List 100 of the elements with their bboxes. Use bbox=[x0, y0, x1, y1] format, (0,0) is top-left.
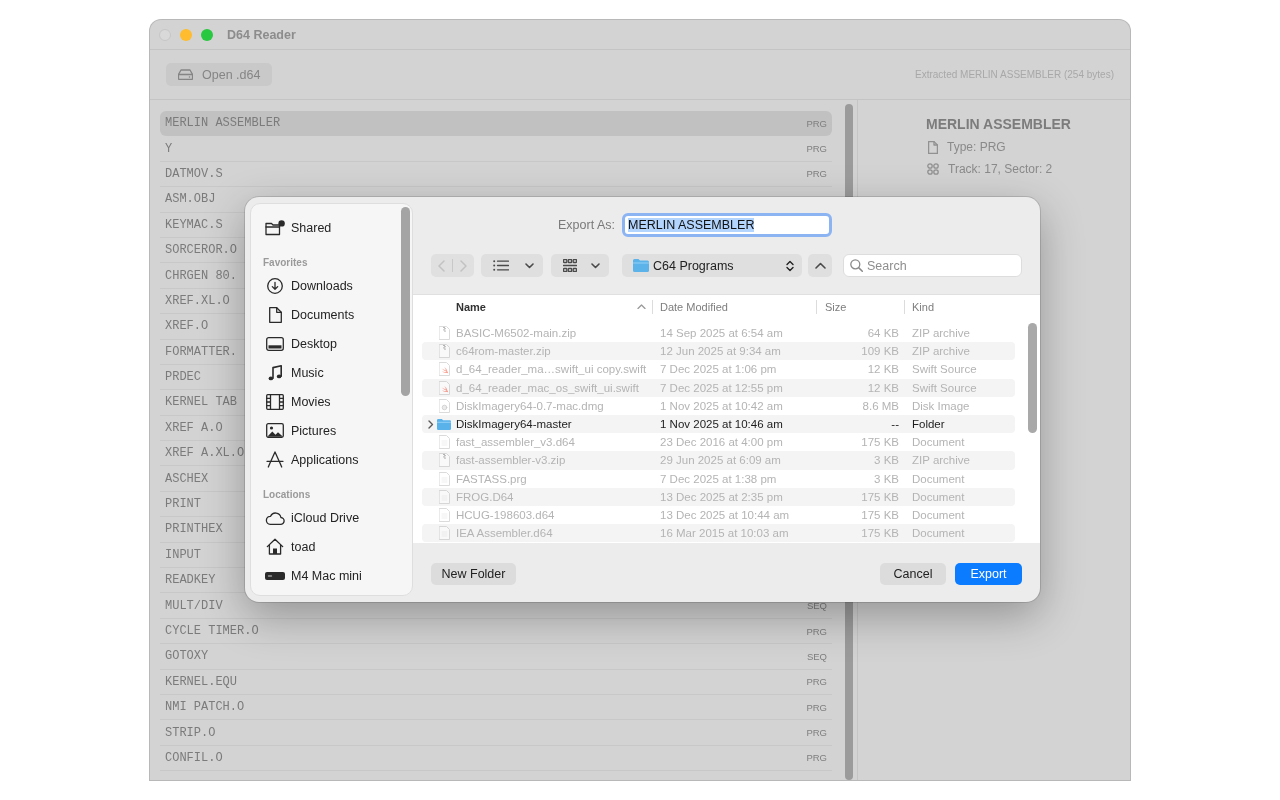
list-row[interactable]: STRIP.O PRG bbox=[160, 720, 832, 746]
file-kind: Folder bbox=[912, 418, 945, 431]
date-modified: 7 Dec 2025 at 1:38 pm bbox=[660, 472, 778, 485]
sidebar-item[interactable]: Pictures bbox=[251, 416, 398, 445]
sidebar-item[interactable]: toad bbox=[251, 532, 398, 561]
chevron-up-icon bbox=[637, 304, 646, 309]
file-kind: Document bbox=[912, 527, 965, 540]
document-icon bbox=[438, 489, 450, 504]
file-size: -- bbox=[890, 418, 899, 431]
type-label: Type: PRG bbox=[947, 140, 1006, 154]
file-name: DATMOV.S bbox=[165, 166, 223, 181]
document-icon bbox=[928, 140, 938, 154]
sidebar-item[interactable]: Applications bbox=[251, 445, 398, 474]
grid-view-button[interactable] bbox=[551, 254, 609, 277]
grid-icon bbox=[927, 163, 939, 175]
date-modified: 7 Dec 2025 at 12:55 pm bbox=[660, 381, 784, 394]
file-kind: ZIP archive bbox=[912, 454, 970, 467]
file-name: KEYMAC.S bbox=[165, 217, 223, 232]
sidebar-item[interactable]: Downloads bbox=[251, 271, 398, 300]
file-name: FASTASS.prg bbox=[456, 472, 528, 485]
sidebar-item[interactable]: Music bbox=[251, 358, 398, 387]
file-name: MULT/DIV bbox=[165, 598, 223, 613]
file-name: XREF A.XL.O bbox=[165, 446, 245, 461]
zip-file-icon bbox=[438, 453, 450, 468]
file-name: IEA Assembler.d64 bbox=[456, 527, 554, 540]
list-row[interactable]: DATMOV.S PRG bbox=[160, 161, 832, 188]
file-name: PRDEC bbox=[165, 370, 201, 385]
list-row[interactable]: CYCLE TIMER.O PRG bbox=[160, 618, 832, 645]
folder-popup-button[interactable]: C64 Programs bbox=[622, 254, 802, 277]
list-row[interactable]: KERNEL.EQU PRG bbox=[160, 669, 832, 695]
grid-view-icon bbox=[563, 259, 577, 272]
download-icon bbox=[267, 277, 283, 294]
filename-field[interactable]: MERLIN ASSEMBLER bbox=[622, 213, 832, 237]
drive-icon bbox=[178, 69, 193, 80]
sidebar-item[interactable]: Movies bbox=[251, 387, 398, 416]
file-size: 175 KB bbox=[860, 490, 899, 503]
chevron-right-icon bbox=[460, 259, 467, 272]
list-row[interactable]: GOTOXY SEQ bbox=[160, 644, 832, 670]
list-view-button[interactable] bbox=[481, 254, 543, 277]
file-name: PRINT bbox=[165, 497, 201, 512]
file-size: 12 KB bbox=[866, 381, 899, 394]
file-name: DiskImagery64-0.7-mac.dmg bbox=[456, 399, 605, 412]
file-size: 64 KB bbox=[866, 327, 899, 340]
scrollbar-thumb[interactable] bbox=[1028, 323, 1037, 433]
file-type: SEQ bbox=[806, 650, 827, 662]
file-type: PRG bbox=[806, 752, 827, 764]
file-type: PRG bbox=[806, 676, 827, 688]
file-name: ASM.OBJ bbox=[165, 192, 216, 207]
file-name: HCUG-198603.d64 bbox=[456, 508, 556, 521]
scrollbar-thumb[interactable] bbox=[401, 207, 410, 396]
file-size: 175 KB bbox=[860, 508, 899, 521]
field-label: Export As: bbox=[557, 218, 615, 232]
date-modified: 13 Dec 2025 at 2:35 pm bbox=[660, 490, 784, 503]
cloud-icon bbox=[265, 510, 285, 525]
file-name: GOTOXY bbox=[165, 649, 209, 664]
detail-title: MERLIN ASSEMBLER bbox=[926, 115, 1072, 133]
file-type: SEQ bbox=[806, 600, 827, 612]
sidebar-item[interactable]: Documents bbox=[251, 300, 398, 329]
list-row[interactable]: CONFIL.O PRG bbox=[160, 745, 832, 772]
chevron-down-icon bbox=[591, 262, 600, 269]
sidebar-item[interactable]: iCloud Drive bbox=[251, 503, 398, 532]
new-folder-button[interactable]: New Folder bbox=[431, 563, 516, 585]
minimize-button[interactable] bbox=[180, 28, 192, 41]
open-button[interactable]: Open .d64 bbox=[166, 63, 273, 86]
sidebar-item[interactable]: Desktop bbox=[251, 329, 398, 358]
export-button[interactable]: Export bbox=[955, 563, 1022, 585]
computer-icon bbox=[265, 571, 285, 580]
file-size: 12 KB bbox=[866, 363, 899, 376]
file-name: NMI PATCH.O bbox=[165, 700, 245, 715]
list-row[interactable]: Y PRG bbox=[160, 136, 832, 162]
chevron-up-icon bbox=[814, 262, 826, 269]
file-kind: Document bbox=[912, 472, 965, 485]
file-type: PRG bbox=[806, 117, 827, 129]
list-row[interactable]: NMI PATCH.O PRG bbox=[160, 695, 832, 721]
file-name: ASCHEX bbox=[165, 471, 209, 486]
sidebar-item[interactable]: M4 Mac mini bbox=[251, 561, 398, 590]
date-modified: 13 Dec 2025 at 10:44 am bbox=[660, 508, 791, 521]
file-name: c64rom-master.zip bbox=[456, 345, 552, 358]
document-icon bbox=[438, 507, 450, 522]
file-row[interactable]: DiskImagery64-master 1 Nov 2025 at 10:46 am -- Folder bbox=[422, 414, 1015, 434]
file-kind: Document bbox=[912, 436, 965, 449]
zoom-button[interactable] bbox=[201, 28, 213, 41]
file-type: PRG bbox=[806, 143, 827, 155]
date-modified: 16 Mar 2015 at 10:03 am bbox=[660, 527, 790, 540]
cancel-button[interactable]: Cancel bbox=[880, 563, 946, 585]
search-field[interactable]: Search bbox=[843, 254, 1022, 277]
file-name: SORCEROR.O bbox=[165, 243, 237, 258]
up-button[interactable] bbox=[808, 254, 832, 277]
sidebar-item[interactable]: Shared bbox=[251, 213, 398, 242]
list-row[interactable]: MERLIN ASSEMBLER PRG bbox=[160, 111, 832, 137]
file-name: KERNEL TAB bbox=[165, 395, 237, 410]
location-label: Track: 17, Sector: 2 bbox=[948, 162, 1053, 176]
file-size: 8.6 MB bbox=[861, 399, 899, 412]
file-type: PRG bbox=[806, 168, 827, 180]
file-name: STRIP.O bbox=[165, 725, 216, 740]
column-header[interactable]: Kind bbox=[905, 295, 1040, 318]
document-icon bbox=[438, 471, 450, 486]
chevron-left-icon bbox=[438, 259, 445, 272]
search-icon bbox=[850, 259, 863, 272]
house-icon bbox=[266, 538, 284, 555]
